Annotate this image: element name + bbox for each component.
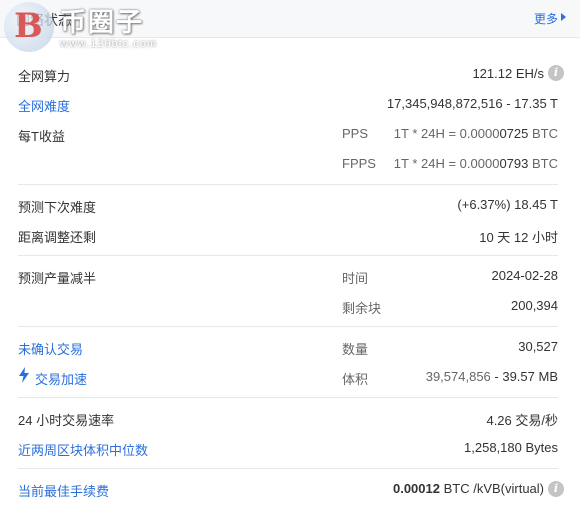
fpps-label: FPPS [342, 156, 376, 171]
info-icon[interactable]: i [548, 65, 564, 81]
halving-blocks-row: 剩余块 200,394 [0, 290, 580, 320]
pps-unit: BTC [528, 126, 558, 141]
difficulty-value: 17,345,948,872,516 - 17.35 T [386, 96, 558, 111]
watermark-url: www.120btc.com [60, 38, 158, 50]
lightning-icon[interactable] [18, 367, 30, 383]
divider [18, 397, 558, 398]
size-bytes: 39,574,856 [425, 369, 491, 384]
divider [18, 468, 558, 469]
info-icon[interactable]: i [548, 481, 564, 497]
pps-value: 1T * 24H = 0.00000725 BTC [394, 126, 558, 141]
median-size-link[interactable]: 近两周区块体积中位数 [18, 440, 148, 459]
more-link[interactable]: 更多 [534, 10, 558, 27]
best-fee-value: 0.00012 BTC /kVB(virtual) [393, 481, 544, 496]
next-difficulty-label: 预测下次难度 [18, 200, 97, 215]
unconfirmed-count-value: 30,527 [518, 339, 558, 354]
unconfirmed-size-value: 39,574,856 - 39.57 MB [426, 369, 558, 384]
best-fee-row: 当前最佳手续费 0.00012 BTC /kVB(virtual) i [0, 473, 580, 503]
unconfirmed-link[interactable]: 未确认交易 [18, 339, 83, 358]
hashrate-value: 121.12 EH/s [472, 66, 544, 81]
tx-rate-value: 4.26 交易/秒 [486, 413, 558, 428]
fpps-unit: BTC [528, 156, 558, 171]
adjust-remaining-label: 距离调整还剩 [18, 230, 97, 245]
size-mb: - 39.57 MB [490, 369, 558, 384]
next-difficulty-value: (+6.37%) 18.45 T [457, 197, 558, 212]
watermark-logo-glyph: B [14, 6, 43, 46]
difficulty-row: 全网难度 17,345,948,872,516 - 17.35 T [0, 88, 580, 118]
best-fee-amount: 0.00012 [392, 481, 440, 496]
divider [18, 326, 558, 327]
halving-blocks-value: 200,394 [511, 298, 558, 313]
adjust-remaining-value: 10 天 12 小时 [479, 230, 558, 245]
unconfirmed-size-row: 交易加速 体积 39,574,856 - 39.57 MB [0, 361, 580, 391]
median-size-value: 1,258,180 Bytes [464, 440, 558, 455]
pps-label: PPS [342, 126, 369, 141]
adjust-remaining-row: 距离调整还剩 10 天 12 小时 [0, 219, 580, 249]
hashrate-label: 全网算力 [18, 69, 71, 84]
unconfirmed-size-label: 体积 [342, 372, 369, 387]
tx-rate-row: 24 小时交易速率 4.26 交易/秒 [0, 402, 580, 432]
fpps-value: 1T * 24H = 0.00000793 BTC [394, 156, 558, 171]
divider [18, 184, 558, 185]
chevron-right-icon[interactable] [561, 13, 566, 21]
pps-digits: 0725 [499, 126, 529, 141]
halving-time-label: 时间 [342, 271, 369, 286]
watermark-brand: 币圈子 [60, 7, 145, 37]
best-fee-unit: BTC /kVB(virtual) [439, 481, 544, 496]
pps-prefix: 1T * 24H = 0.0000 [393, 126, 500, 141]
halving-time-value: 2024-02-28 [491, 268, 559, 283]
tx-rate-label: 24 小时交易速率 [18, 413, 115, 428]
unconfirmed-count-row: 未确认交易 数量 30,527 [0, 331, 580, 361]
halving-label: 预测产量减半 [18, 271, 97, 286]
earnings-label: 每T收益 [18, 129, 65, 144]
earnings-pps-row: 每T收益 PPS 1T * 24H = 0.00000725 BTC [0, 118, 580, 148]
hashrate-row: 全网算力 121.12 EH/s i [0, 58, 580, 88]
unconfirmed-count-label: 数量 [342, 342, 369, 357]
difficulty-link[interactable]: 全网难度 [18, 96, 70, 115]
halving-time-row: 预测产量减半 时间 2024-02-28 [0, 260, 580, 290]
earnings-fpps-row: FPPS 1T * 24H = 0.00000793 BTC [0, 148, 580, 178]
halving-blocks-label: 剩余块 [342, 301, 382, 316]
next-difficulty-row: 预测下次难度 (+6.37%) 18.45 T [0, 189, 580, 219]
divider [18, 255, 558, 256]
fpps-prefix: 1T * 24H = 0.0000 [393, 156, 500, 171]
accelerate-link[interactable]: 交易加速 [35, 369, 87, 388]
best-fee-link[interactable]: 当前最佳手续费 [18, 481, 109, 500]
fpps-digits: 0793 [499, 156, 529, 171]
median-size-row: 近两周区块体积中位数 1,258,180 Bytes [0, 432, 580, 462]
